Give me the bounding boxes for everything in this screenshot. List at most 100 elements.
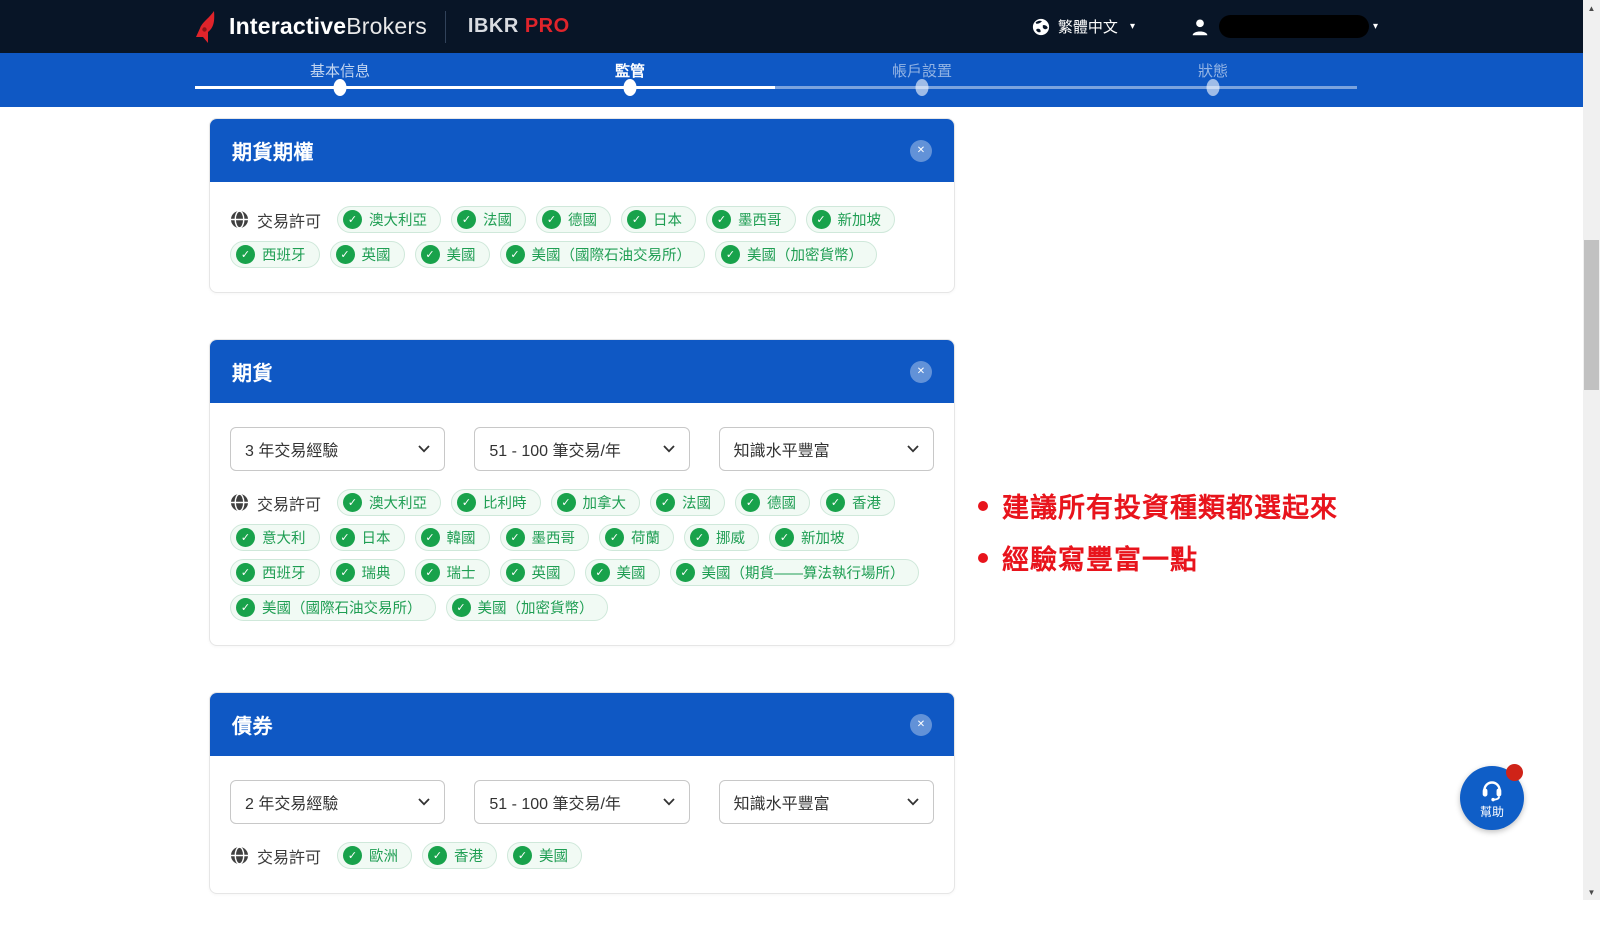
permission-tag[interactable]: ✓日本 <box>621 206 696 233</box>
progress-line-remaining <box>775 86 1357 89</box>
permission-tag[interactable]: ✓澳大利亞 <box>337 206 441 233</box>
tag-label: 澳大利亞 <box>369 492 427 513</box>
permission-tag[interactable]: ✓美國（國際石油交易所） <box>230 594 436 621</box>
check-icon: ✓ <box>421 245 440 264</box>
permission-tag[interactable]: ✓英國 <box>330 241 405 268</box>
permission-tag[interactable]: ✓挪威 <box>684 524 759 551</box>
scroll-up-arrow[interactable]: ▲ <box>1583 0 1600 16</box>
permissions-row: 交易許可✓歐洲✓香港✓美國 <box>230 842 934 869</box>
vertical-scrollbar[interactable]: ▲ ▼ <box>1583 0 1600 900</box>
tag-label: 加拿大 <box>583 492 627 513</box>
tag-label: 挪威 <box>716 527 745 548</box>
check-icon: ✓ <box>513 846 532 865</box>
progress-step-1[interactable]: 基本信息 <box>310 60 370 81</box>
close-icon: ✕ <box>917 145 925 156</box>
scrollbar-thumb[interactable] <box>1584 240 1599 390</box>
permission-tag[interactable]: ✓ 加拿大 <box>551 489 641 516</box>
tag-label: 墨西哥 <box>532 527 576 548</box>
trades-per-year-select[interactable]: 51 - 100 筆交易/年 <box>474 780 689 824</box>
permission-tag[interactable]: ✓西班牙 <box>230 559 320 586</box>
plan-pro: PRO <box>525 15 570 37</box>
permission-tag[interactable]: ✓ 墨西哥 <box>500 524 590 551</box>
user-menu[interactable]: ▾ <box>1189 15 1378 38</box>
caret-down-icon: ▾ <box>1130 21 1135 32</box>
permission-label-text: 交易許可 <box>257 491 321 515</box>
card-title: 期貨 <box>232 357 273 386</box>
check-icon: ✓ <box>343 493 362 512</box>
check-icon: ✓ <box>557 493 576 512</box>
remove-card-button[interactable]: ✕ <box>910 140 932 162</box>
permission-tag[interactable]: ✓法國 <box>650 489 725 516</box>
permission-tag[interactable]: ✓比利時 <box>451 489 541 516</box>
annotation-item: 建議所有投資種類都選起來 <box>978 486 1338 525</box>
permission-tag[interactable]: ✓德國 <box>735 489 810 516</box>
permission-tag[interactable]: ✓新加坡 <box>806 206 896 233</box>
permission-tag[interactable]: ✓美國（加密貨幣） <box>446 594 608 621</box>
scroll-down-arrow[interactable]: ▼ <box>1583 884 1600 900</box>
card-債券: 債券✕2 年交易經驗51 - 100 筆交易/年知識水平豐富交易許可✓歐洲✓香港… <box>209 692 955 894</box>
check-icon: ✓ <box>343 210 362 229</box>
permission-tag[interactable]: ✓ 意大利 <box>230 524 320 551</box>
progress-step-2[interactable]: 監管 <box>615 60 645 81</box>
permission-tag[interactable]: ✓日本 <box>330 524 405 551</box>
tag-label: 瑞典 <box>362 562 391 583</box>
caret-down-icon: ▾ <box>1373 21 1378 32</box>
trading-permission-label: 交易許可 <box>230 208 321 232</box>
progress-step-4[interactable]: 狀態 <box>1198 60 1228 81</box>
progress-step-dot <box>624 79 637 96</box>
check-icon: ✓ <box>343 846 362 865</box>
permission-tag[interactable]: ✓美國 <box>507 842 582 869</box>
check-icon: ✓ <box>591 563 610 582</box>
permission-tag[interactable]: ✓西班牙 <box>230 241 320 268</box>
experience-select[interactable]: 2 年交易經驗 <box>230 780 445 824</box>
card-header: 債券✕ <box>210 693 954 756</box>
permission-tag[interactable]: ✓美國（國際石油交易所） <box>500 241 706 268</box>
permission-tag[interactable]: ✓英國 <box>500 559 575 586</box>
permission-tag[interactable]: ✓墨西哥 <box>706 206 796 233</box>
check-icon: ✓ <box>542 210 561 229</box>
permission-tag[interactable]: ✓美國 <box>585 559 660 586</box>
permission-tag[interactable]: ✓荷蘭 <box>599 524 674 551</box>
tag-label: 韓國 <box>447 527 476 548</box>
annotation-text: 建議所有投資種類都選起來 <box>1002 486 1338 525</box>
globe-icon <box>230 493 249 512</box>
permission-tag[interactable]: ✓美國 <box>415 241 490 268</box>
permission-tag[interactable]: ✓法國 <box>451 206 526 233</box>
permission-tag[interactable]: ✓新加坡 <box>769 524 859 551</box>
knowledge-level-select[interactable]: 知識水平豐富 <box>719 780 934 824</box>
permission-tag[interactable]: ✓瑞典 <box>330 559 405 586</box>
remove-card-button[interactable]: ✕ <box>910 714 932 736</box>
chevron-down-icon <box>418 798 430 806</box>
tag-label: 香港 <box>454 845 483 866</box>
remove-card-button[interactable]: ✕ <box>910 361 932 383</box>
permission-tag[interactable]: ✓香港 <box>422 842 497 869</box>
experience-select[interactable]: 3 年交易經驗 <box>230 427 445 471</box>
language-selector[interactable]: 繁體中文 ▾ <box>1032 16 1135 37</box>
select-value: 51 - 100 筆交易/年 <box>489 437 621 461</box>
check-icon: ✓ <box>236 528 255 547</box>
permission-tag[interactable]: ✓美國（加密貨幣） <box>715 241 877 268</box>
check-icon: ✓ <box>506 563 525 582</box>
permission-tag[interactable]: ✓美國（期貨——算法執行場所） <box>670 559 919 586</box>
chevron-down-icon <box>907 445 919 453</box>
permission-tag[interactable]: ✓香港 <box>820 489 895 516</box>
permission-tag[interactable]: ✓歐洲 <box>337 842 412 869</box>
brand-part1: Interactive <box>229 13 346 39</box>
permissions-row: 交易許可✓澳大利亞✓法國✓德國✓日本✓墨西哥✓新加坡✓西班牙✓英國✓美國✓美國（… <box>230 206 934 268</box>
knowledge-level-select[interactable]: 知識水平豐富 <box>719 427 934 471</box>
check-icon: ✓ <box>605 528 624 547</box>
trades-per-year-select[interactable]: 51 - 100 筆交易/年 <box>474 427 689 471</box>
progress-step-3[interactable]: 帳戶設置 <box>892 60 952 81</box>
permission-tag[interactable]: ✓ 澳大利亞 <box>337 489 441 516</box>
tag-label: 法國 <box>483 209 512 230</box>
selects-row: 2 年交易經驗 51 - 100 筆交易/年知識水平豐富 <box>230 780 934 824</box>
tag-label: 意大利 <box>262 527 306 548</box>
tag-label: 西班牙 <box>262 244 306 265</box>
card-header: 期貨 ✕ <box>210 340 954 403</box>
card-title: 期貨期權 <box>232 136 314 165</box>
permission-tag[interactable]: ✓德國 <box>536 206 611 233</box>
permission-tag[interactable]: ✓韓國 <box>415 524 490 551</box>
user-icon <box>1189 16 1211 38</box>
check-icon: ✓ <box>506 528 525 547</box>
permission-tag[interactable]: ✓瑞士 <box>415 559 490 586</box>
